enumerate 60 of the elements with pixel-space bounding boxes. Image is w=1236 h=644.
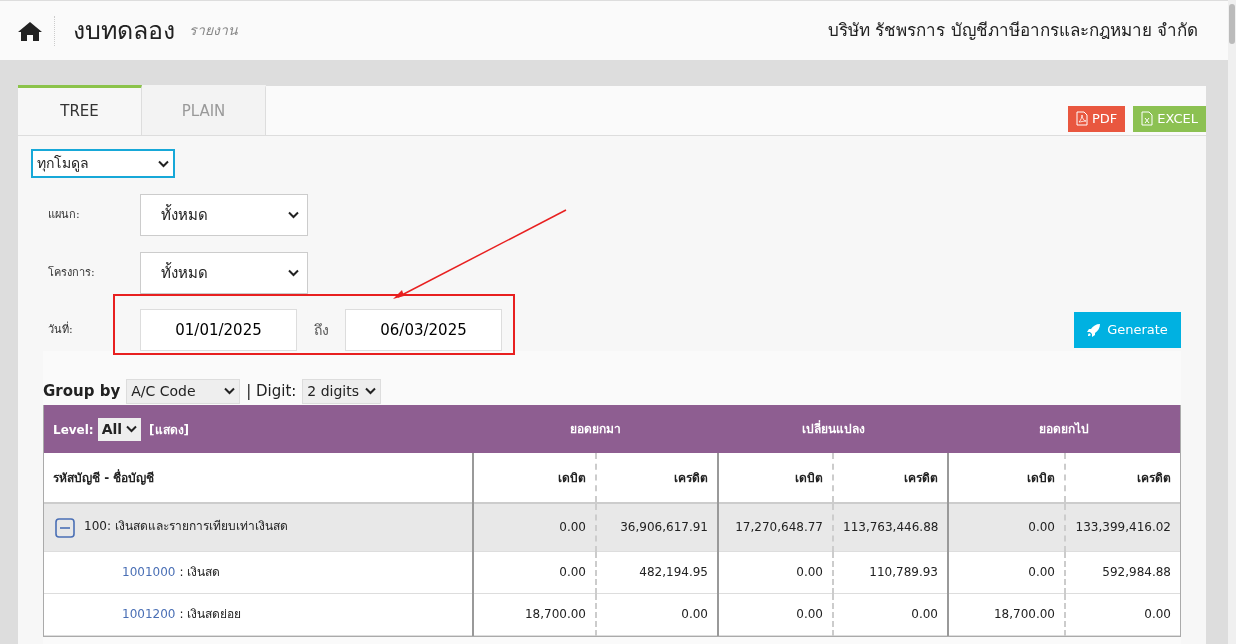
rocket-icon <box>1087 323 1102 337</box>
digit-label: | Digit: <box>246 380 297 402</box>
amount-cell: 113,763,446.88 <box>833 503 948 551</box>
column-group-header: ยอดยกมา <box>473 405 718 453</box>
pdf-button[interactable]: PDF <box>1067 105 1126 132</box>
tab[interactable]: TREE <box>18 85 142 135</box>
amount-cell: 18,700.00 <box>473 593 596 635</box>
page-subtitle: รายงาน <box>189 21 238 40</box>
filter-select[interactable]: ทั้งหมด <box>140 194 308 236</box>
amount-cell: 0.00 <box>718 593 833 635</box>
amount-cell: 0.00 <box>833 593 948 635</box>
date-field[interactable]: 06/03/2025 <box>345 309 502 351</box>
show-link[interactable]: [แสดง] <box>149 422 190 437</box>
group-name: 100: เงินสดและรายการเทียบเท่าเงินสด <box>84 518 288 533</box>
filter-label: แผนก: <box>48 206 81 223</box>
amount-cell: 0.00 <box>948 551 1065 593</box>
collapse-icon[interactable] <box>55 520 75 535</box>
account-name: : เงินสด <box>179 565 221 579</box>
amount-cell: 0.00 <box>473 551 596 593</box>
filter-select[interactable]: ทั้งหมด <box>140 252 308 294</box>
column-header: รหัสบัญชี - ชื่อบัญชี <box>44 453 473 503</box>
account-name: : เงินสดย่อย <box>179 607 242 621</box>
caret-icon <box>365 387 377 395</box>
amount-cell: 0.00 <box>948 503 1065 551</box>
group-by-select[interactable]: A/C Code <box>126 378 241 404</box>
caret-icon <box>288 269 299 277</box>
level-label: Level: <box>53 422 94 437</box>
date-separator: ถึง <box>312 320 330 340</box>
amount-cell: 36,906,617.91 <box>596 503 718 551</box>
column-group-header: เปลี่ยนแปลง <box>718 405 948 453</box>
amount-cell: 482,194.95 <box>596 551 718 593</box>
home-icon[interactable] <box>18 20 42 41</box>
column-group-header: ยอดยกไป <box>948 405 1180 453</box>
company-name: บริษัท รัชพรการ บัญชีภาษีอากรและกฎหมาย จำกัด <box>827 18 1198 42</box>
scrollbar[interactable] <box>1228 0 1236 644</box>
date-field[interactable]: 01/01/2025 <box>140 309 297 351</box>
amount-cell: 0.00 <box>1065 593 1180 635</box>
page-title: งบทดลอง <box>73 14 175 47</box>
amount-cell: 18,700.00 <box>948 593 1065 635</box>
filter-label: โครงการ: <box>48 264 96 281</box>
amount-cell: 0.00 <box>718 551 833 593</box>
account-code-link[interactable]: 1001000 <box>122 565 176 579</box>
spreadsheet-icon <box>1141 111 1154 126</box>
caret-icon <box>158 159 169 168</box>
amount-cell: 0.00 <box>596 593 718 635</box>
module-select[interactable]: ทุกโมดูล <box>31 149 175 178</box>
level-select[interactable]: All <box>97 417 142 441</box>
document-icon <box>1075 111 1088 126</box>
amount-cell: 110,789.93 <box>833 551 948 593</box>
caret-icon <box>288 211 299 219</box>
group-by-label: Group by <box>43 380 121 402</box>
amount-cell: 17,270,648.77 <box>718 503 833 551</box>
amount-cell: 592,984.88 <box>1065 551 1180 593</box>
amount-cell: 133,399,416.02 <box>1065 503 1180 551</box>
account-code-link[interactable]: 1001200 <box>122 607 176 621</box>
date-label: วันที่: <box>48 321 74 338</box>
caret-icon <box>224 387 236 395</box>
amount-cell: 0.00 <box>473 503 596 551</box>
caret-icon <box>126 425 138 433</box>
digit-select[interactable]: 2 digits <box>302 378 382 404</box>
